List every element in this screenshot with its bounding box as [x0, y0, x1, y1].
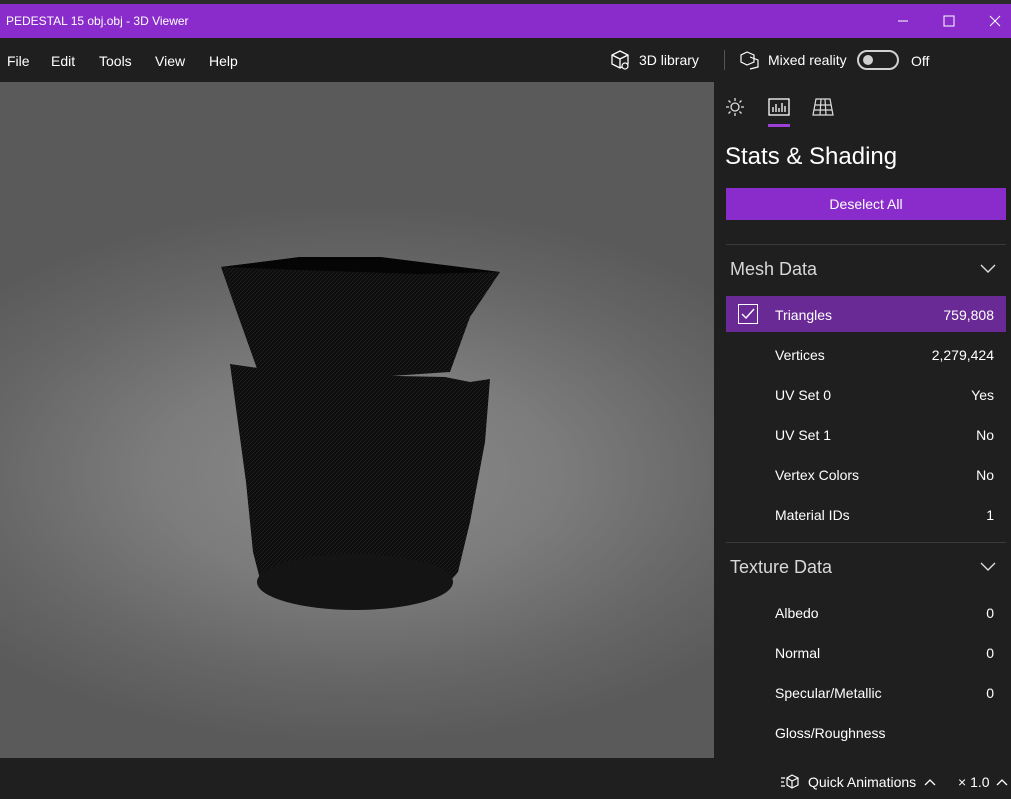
menu-edit[interactable]: Edit — [51, 53, 75, 69]
texture-data-heading[interactable]: Texture Data — [730, 557, 832, 578]
toolbar-separator — [724, 50, 725, 70]
maximize-icon — [943, 15, 955, 27]
mesh-row-vertex-colors[interactable]: Vertex Colors No — [726, 456, 1006, 492]
row-value: 2,279,424 — [931, 347, 994, 363]
title-bar-top-edge — [0, 0, 1011, 4]
quick-animations-label: Quick Animations — [808, 774, 917, 790]
checkbox[interactable] — [738, 304, 758, 324]
title-bar: PEDESTAL 15 obj.obj - 3D Viewer — [0, 0, 1011, 38]
grid-icon — [812, 98, 834, 116]
menu-view[interactable]: View — [155, 53, 185, 69]
row-label: Specular/Metallic — [775, 685, 882, 701]
chevron-up-icon — [924, 779, 936, 786]
row-value: 0 — [986, 645, 994, 661]
minimize-icon — [898, 20, 908, 22]
row-label: UV Set 1 — [775, 427, 832, 443]
3d-library-button[interactable]: 3D library — [609, 49, 699, 71]
mesh-data-heading[interactable]: Mesh Data — [730, 259, 817, 280]
section-divider — [726, 542, 1006, 543]
maximize-button[interactable] — [926, 4, 972, 38]
texture-row-specular-metallic[interactable]: Specular/Metallic 0 — [726, 674, 1006, 710]
minimize-button[interactable] — [880, 4, 926, 38]
active-tab-indicator — [768, 124, 790, 127]
quick-animations-button[interactable]: Quick Animations — [780, 774, 936, 790]
menu-tools[interactable]: Tools — [99, 53, 132, 69]
mesh-row-vertices[interactable]: Vertices 2,279,424 — [726, 336, 1006, 372]
chevron-down-icon[interactable] — [980, 264, 996, 274]
row-label: UV Set 0 — [775, 387, 832, 403]
texture-row-gloss-roughness[interactable]: Gloss/Roughness — [726, 714, 1006, 750]
cube-icon — [611, 50, 629, 70]
speed-label: × 1.0 — [958, 774, 990, 790]
mixed-reality-icon — [740, 51, 759, 70]
mixed-reality-state: Off — [911, 53, 930, 69]
mesh-row-uv-set-1[interactable]: UV Set 1 No — [726, 416, 1006, 452]
tab-stats[interactable] — [768, 96, 790, 118]
tab-grid[interactable] — [812, 96, 834, 118]
section-divider — [726, 244, 1006, 245]
3d-library-label: 3D library — [639, 52, 699, 68]
row-label: Gloss/Roughness — [775, 725, 886, 741]
chevron-up-icon — [996, 779, 1007, 786]
close-button[interactable] — [972, 4, 1011, 38]
close-icon — [989, 15, 1001, 27]
row-value: 0 — [986, 605, 994, 621]
pedestal-base — [257, 554, 453, 610]
row-value: No — [976, 427, 994, 443]
toggle-knob — [863, 55, 873, 65]
row-label: Normal — [775, 645, 821, 661]
row-value: 1 — [986, 507, 994, 523]
texture-row-normal[interactable]: Normal 0 — [726, 634, 1006, 670]
lighting-icon — [726, 98, 744, 116]
3d-viewport[interactable] — [0, 82, 714, 758]
menu-file[interactable]: File — [7, 53, 30, 69]
row-value: 759,808 — [943, 307, 994, 323]
chevron-down-icon[interactable] — [980, 562, 996, 572]
mixed-reality-button[interactable]: Mixed reality — [740, 49, 847, 71]
mixed-reality-toggle[interactable] — [857, 50, 899, 70]
menu-help[interactable]: Help — [209, 53, 238, 69]
speed-button[interactable]: × 1.0 — [958, 774, 1008, 790]
row-label: Material IDs — [775, 507, 850, 523]
checkmark-icon — [741, 308, 755, 320]
mesh-row-triangles[interactable]: Triangles 759,808 — [726, 296, 1006, 332]
row-label: Albedo — [775, 605, 819, 621]
mesh-row-material-ids[interactable]: Material IDs 1 — [726, 496, 1006, 532]
pedestal-upper — [221, 257, 500, 382]
row-label: Triangles — [775, 307, 833, 323]
stats-panel: Stats & Shading Deselect All Mesh Data T… — [714, 82, 1011, 758]
deselect-all-button[interactable]: Deselect All — [726, 188, 1006, 220]
pedestal-model — [221, 257, 500, 610]
texture-row-albedo[interactable]: Albedo 0 — [726, 594, 1006, 630]
row-value: No — [976, 467, 994, 483]
row-value: Yes — [971, 387, 994, 403]
mixed-reality-label: Mixed reality — [768, 52, 847, 68]
row-value: 0 — [986, 685, 994, 701]
row-label: Vertex Colors — [775, 467, 860, 483]
menu-bar: File Edit Tools View Help 3D library Mix… — [0, 38, 1011, 82]
animation-icon — [781, 774, 799, 789]
row-label: Vertices — [775, 347, 825, 363]
mesh-row-uv-set-0[interactable]: UV Set 0 Yes — [726, 376, 1006, 412]
bottom-bar: Quick Animations × 1.0 — [0, 758, 1011, 799]
window-title: PEDESTAL 15 obj.obj - 3D Viewer — [6, 14, 189, 28]
tab-lighting[interactable] — [724, 96, 746, 118]
panel-title: Stats & Shading — [725, 143, 898, 170]
stats-icon — [768, 98, 790, 116]
